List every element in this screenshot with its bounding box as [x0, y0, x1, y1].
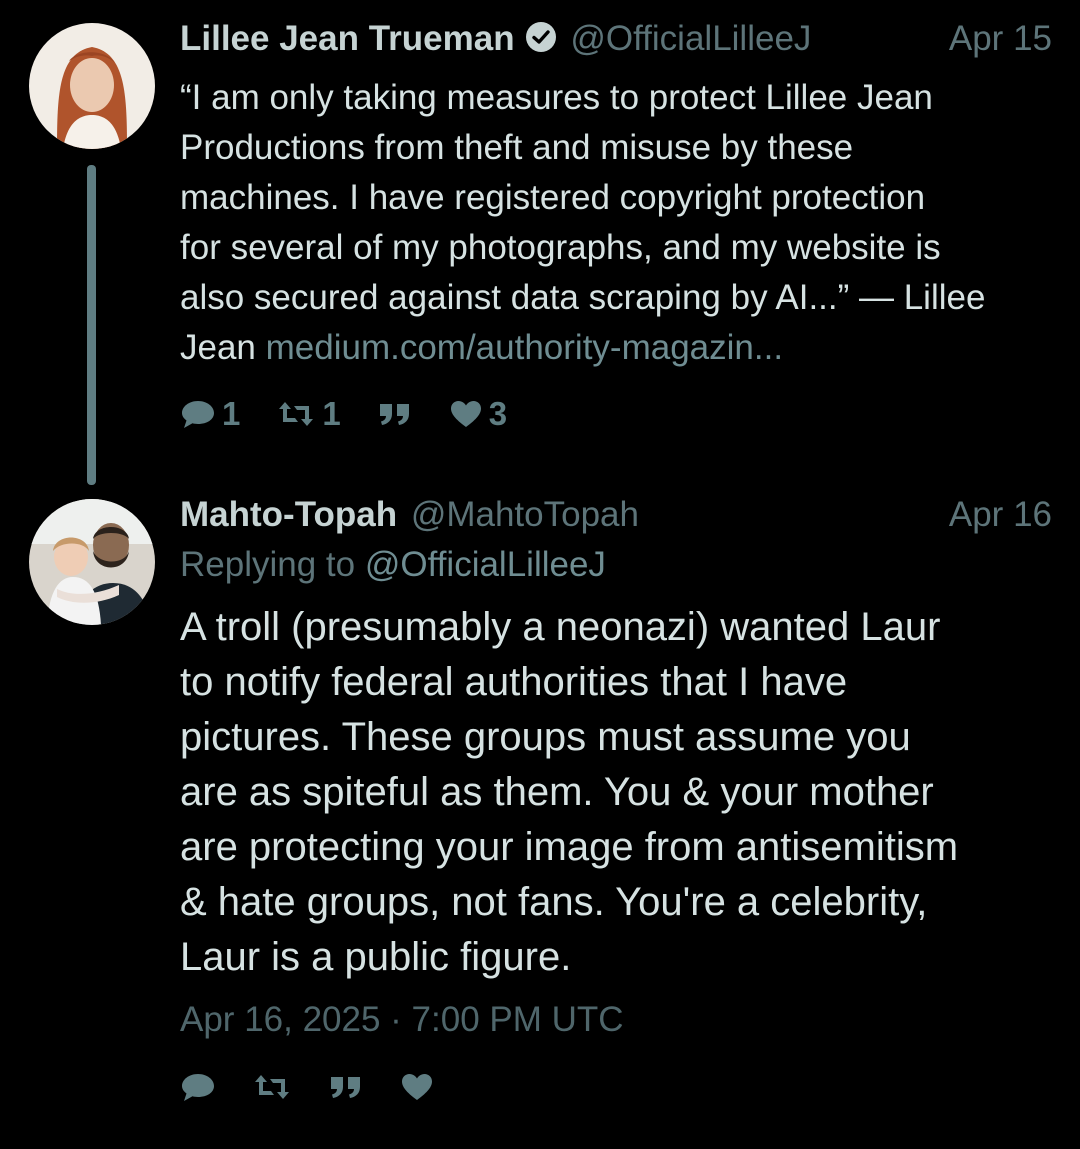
retweet-count: 1 [322, 395, 341, 432]
like-count: 3 [488, 395, 508, 432]
verified-icon [525, 20, 557, 64]
replying-to-label: Replying to [180, 545, 356, 584]
avatar[interactable] [29, 23, 155, 149]
retweet-button[interactable]: 1 [276, 395, 341, 433]
tweet-header: Mahto-Topah @MahtoTopah Apr 16 [180, 493, 1052, 537]
quote-icon [328, 1071, 364, 1103]
tweet-header: Lillee Jean Trueman @OfficialLilleeJ Apr… [180, 17, 1052, 61]
heart-icon [400, 1072, 434, 1102]
author-handle[interactable]: @OfficialLilleeJ [570, 19, 811, 58]
author-handle[interactable]: @MahtoTopah [411, 495, 639, 534]
quote-button[interactable] [328, 1071, 364, 1103]
comment-bubble-icon [180, 1071, 216, 1103]
tweet-date[interactable]: Apr 15 [949, 17, 1052, 61]
avatar[interactable] [29, 499, 155, 625]
tweet-text: “I am only taking measures to protect Li… [180, 73, 1050, 373]
tweet-actions: 1 1 3 [180, 395, 543, 433]
heart-icon [449, 399, 483, 429]
tweet-date[interactable]: Apr 16 [949, 493, 1052, 537]
quote-icon [377, 398, 413, 430]
quote-button[interactable] [377, 398, 413, 430]
like-button[interactable]: 3 [449, 395, 507, 433]
avatar-photo [29, 499, 155, 625]
replying-to-handle[interactable]: @OfficialLilleeJ [365, 545, 606, 584]
like-button[interactable] [400, 1072, 434, 1102]
retweet-button[interactable] [252, 1071, 292, 1103]
retweet-icon [252, 1071, 292, 1103]
reply-button[interactable]: 1 [180, 395, 240, 433]
thread-connector-line [87, 165, 96, 485]
tweet-actions [180, 1071, 470, 1103]
author-name[interactable]: Mahto-Topah [180, 495, 397, 534]
reply-count: 1 [222, 395, 241, 432]
replying-to: Replying to @OfficialLilleeJ [180, 543, 606, 587]
tweet-text: A troll (presumably a neonazi) wanted La… [180, 605, 959, 979]
comment-bubble-icon [180, 398, 216, 430]
retweet-icon [276, 398, 316, 430]
avatar-photo [29, 23, 155, 149]
reply-button[interactable] [180, 1071, 216, 1103]
tweet-body: “I am only taking measures to protect Li… [180, 78, 986, 367]
author-name[interactable]: Lillee Jean Trueman [180, 19, 515, 58]
tweet-timestamp[interactable]: Apr 16, 2025 · 7:00 PM UTC [180, 998, 624, 1042]
tweet-link[interactable]: medium.com/authority-magazin... [266, 328, 783, 367]
